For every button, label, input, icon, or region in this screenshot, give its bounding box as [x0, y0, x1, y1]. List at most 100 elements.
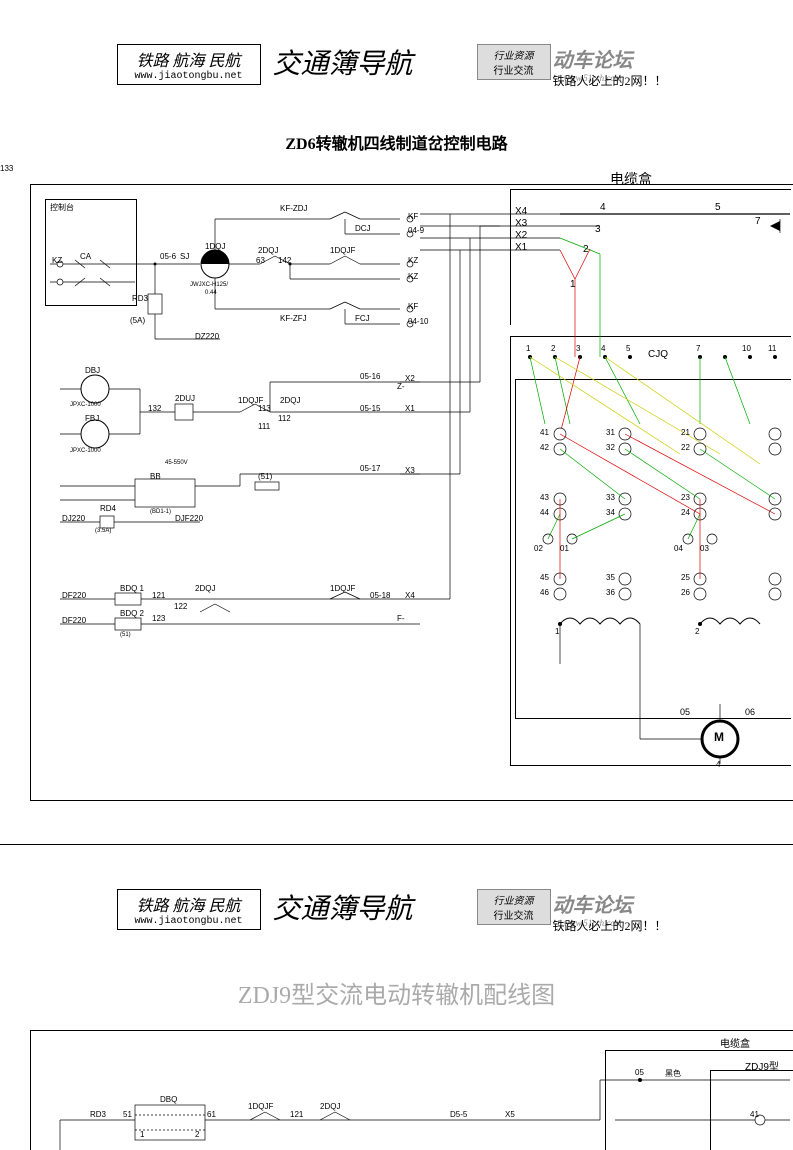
t42: 42 [540, 443, 549, 452]
lbl-rd3-val: (5A) [130, 316, 145, 325]
lbl-2dqj-bot: 2DQJ [195, 584, 215, 593]
lbl-z: Z- [397, 382, 405, 391]
lbl-122: 122 [174, 602, 187, 611]
schematic-svg [0, 164, 793, 804]
lbl-142: 142 [278, 256, 291, 265]
page-separator [0, 844, 793, 845]
wm2-forum-name: 动车论坛 [553, 895, 633, 917]
trm-cjq: CJQ [648, 349, 668, 360]
lbl-dj220: DJ220 [62, 514, 85, 523]
lbl-f: F- [397, 614, 405, 623]
d2-121: 121 [290, 1110, 303, 1119]
d2-rd3: RD3 [90, 1110, 106, 1119]
t36: 36 [606, 588, 615, 597]
lbl-35a: (3.5A) [95, 528, 111, 534]
lbl-2douj: 2DUJ [175, 394, 195, 403]
lbl-113: 113 [258, 404, 271, 413]
lbl-04-9: 04-9 [408, 226, 424, 235]
lbl-2dqj: 2DQJ [258, 246, 278, 255]
motor-4: 4 [716, 760, 720, 769]
lbl-2-cb: 2 [583, 244, 589, 255]
wm2-left-block: 铁路 航海 民航 www.jiaotongbu.net [117, 889, 261, 930]
lbl-05-6: 05-6 [160, 252, 176, 261]
lbl-05-17: 05-17 [360, 464, 380, 473]
lbl-rd3: RD3 [132, 294, 148, 303]
d2-61: 61 [207, 1110, 216, 1119]
lbl-dbj: DBJ [85, 366, 100, 375]
wm2-right1-l1: 行业资源 [484, 892, 544, 907]
d2-41: 41 [750, 1110, 759, 1119]
lbl-123: 123 [152, 614, 165, 623]
lbl-63: 63 [256, 256, 265, 265]
t41: 41 [540, 428, 549, 437]
wm-left-block: 铁路 航海 民航 www.jiaotongbu.net [117, 44, 261, 85]
lbl-x3-a: X3 [405, 466, 415, 475]
lbl-121: 121 [152, 591, 165, 600]
wm-right1-l2: 行业交流 [484, 62, 544, 77]
diagram2-title: ZDJ9型交流电动转辙机配线图 [0, 975, 793, 1010]
lbl-1dqjf: 1DQJF [330, 246, 355, 255]
t01: 01 [560, 544, 569, 553]
wm2-right1-l2: 行业交流 [484, 907, 544, 922]
lbl-1-cb: 1 [570, 279, 576, 290]
lbl-132: 132 [148, 404, 161, 413]
lbl-x3-cb: X3 [515, 218, 527, 229]
lbl-jpxc2: JPXC-1000 [70, 448, 101, 454]
motor-label: M [714, 730, 724, 744]
lbl-kz-right2: KZ [408, 272, 418, 281]
lbl-kz-right1: KZ [408, 256, 418, 265]
lbl-kz-left: KZ [52, 256, 62, 265]
lbl-fbj: FBJ [85, 414, 99, 423]
lbl-rd4: RD4 [100, 504, 116, 513]
trm-5: 5 [626, 344, 630, 353]
watermark-header-2: 铁路 航海 民航 www.jiaotongbu.net 交通簿导航 行业资源 行… [117, 885, 677, 945]
lbl-45-550v: 45-550V [165, 460, 188, 466]
lbl-2dqj-mid: 2DQJ [280, 396, 300, 405]
t33: 33 [606, 493, 615, 502]
lbl-x1-a: X1 [405, 404, 415, 413]
t43: 43 [540, 493, 549, 502]
tb2: 2 [695, 627, 699, 636]
wm2-left-line2: www.jiaotongbu.net [124, 916, 254, 927]
t45: 45 [540, 573, 549, 582]
wm-right2-text: 铁路人必上的2网！！ [547, 70, 673, 91]
lbl-bdq1: BDQ 1 [120, 584, 144, 593]
d2-x5: X5 [505, 1110, 515, 1119]
lbl-kf-zfj: KF-ZFJ [280, 314, 307, 323]
lbl-5-top: 5 [715, 202, 721, 213]
lbl-1dqjf-bot: 1DQJF [330, 584, 355, 593]
d2-dbq: DBQ [160, 1095, 177, 1104]
lbl-dcj: DCJ [355, 224, 371, 233]
lbl-3-cb: 3 [595, 224, 601, 235]
lbl-dz220: DZ220 [195, 332, 219, 341]
t35: 35 [606, 573, 615, 582]
watermark-header-1: 铁路 航海 民航 www.jiaotongbu.net 交通簿导航 行业资源 行… [117, 40, 677, 100]
wm2-left-line1: 铁路 航海 民航 [124, 892, 254, 916]
lbl-df220-2: DF220 [62, 616, 86, 625]
lbl-05-15: 05-15 [360, 404, 380, 413]
lbl-05-18: 05-18 [370, 591, 390, 600]
d2-51: 51 [123, 1110, 132, 1119]
d2-05: 05 [635, 1068, 644, 1077]
lbl-djf220: DJF220 [175, 514, 203, 523]
t24: 24 [681, 508, 690, 517]
lbl-1dqj-type: JWJXC-H125/ [190, 282, 228, 288]
wm2-right2-text: 铁路人必上的2网！！ [547, 915, 673, 936]
lbl-jpxc1: JPXC-1000 [70, 402, 101, 408]
wm-center-text: 交通簿导航 [267, 40, 419, 84]
t23: 23 [681, 493, 690, 502]
d2-1: 1 [140, 1130, 144, 1139]
lbl-bb-type: (BD1-1) [150, 509, 171, 515]
t44: 44 [540, 508, 549, 517]
t04: 04 [674, 544, 683, 553]
diagram2-area: 电缆盒 ZDJ9型 RD3 DBQ 1 2 51 61 1DQJF 121 2D… [0, 1020, 793, 1150]
lbl-bb: BB [150, 472, 161, 481]
d2-d5-5: D5-5 [450, 1110, 467, 1119]
lbl-sj: SJ [180, 252, 189, 261]
lbl-05-16: 05-16 [360, 372, 380, 381]
t21: 21 [681, 428, 690, 437]
lbl-fcj: FCJ [355, 314, 370, 323]
trm-1: 1 [526, 344, 530, 353]
lbl-x2-cb: X2 [515, 230, 527, 241]
wm2-right-small: 行业资源 行业交流 [477, 889, 551, 925]
